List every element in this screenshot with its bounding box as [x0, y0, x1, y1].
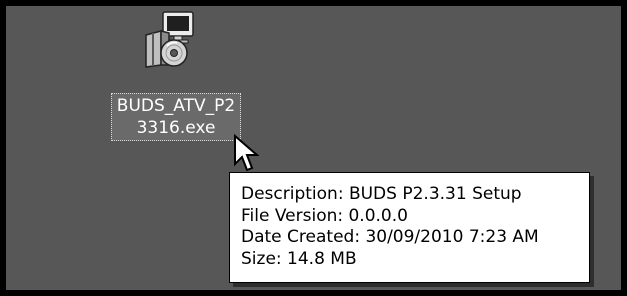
tooltip-size: Size: 14.8 MB — [241, 248, 357, 269]
desktop-file-icon[interactable]: BUDS_ATV_P2 3316.exe — [103, 9, 251, 147]
arrow-cursor-icon — [234, 134, 259, 172]
tooltip-file-version: File Version: 0.0.0.0 — [241, 205, 408, 226]
file-info-tooltip: Description: BUDS P2.3.31 Setup File Ver… — [229, 172, 590, 283]
installer-package-icon — [145, 11, 194, 68]
file-name-line-2: 3316.exe — [136, 118, 216, 138]
file-name-line-1: BUDS_ATV_P2 — [116, 96, 236, 116]
screenshot-frame: BUDS_ATV_P2 3316.exe Description: BUDS P… — [0, 0, 627, 296]
desktop[interactable]: BUDS_ATV_P2 3316.exe Description: BUDS P… — [6, 6, 621, 290]
tooltip-description: Description: BUDS P2.3.31 Setup — [241, 184, 522, 204]
file-name-label: BUDS_ATV_P2 3316.exe — [111, 93, 241, 141]
tooltip-date-created: Date Created: 30/09/2010 7:23 AM — [241, 227, 539, 247]
